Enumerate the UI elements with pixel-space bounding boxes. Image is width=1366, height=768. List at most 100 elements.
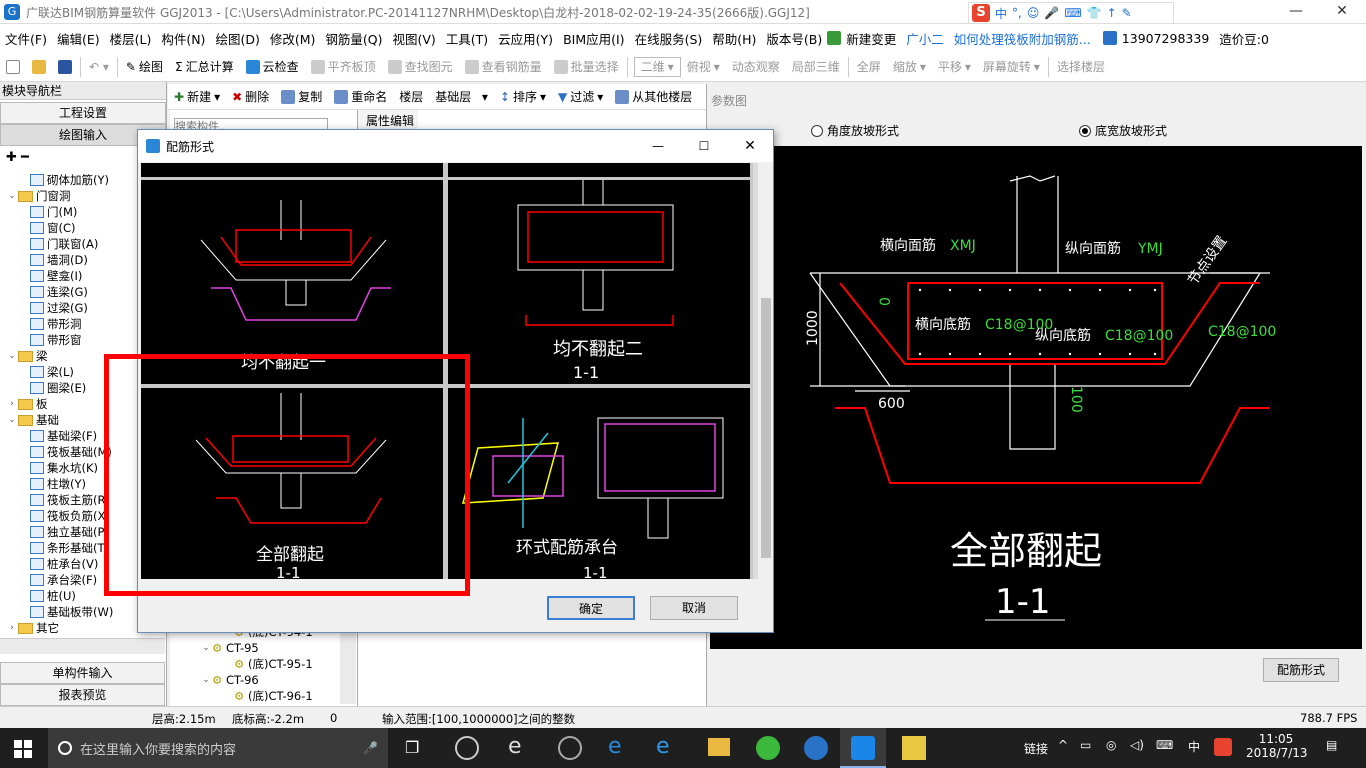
local-3d-button[interactable]: 局部三维 (786, 58, 846, 75)
expand-toggle-icon[interactable]: › (6, 396, 18, 412)
tray-clock[interactable]: 11:05 2018/7/13 (1246, 732, 1308, 760)
menu-tools[interactable]: 工具(T) (441, 29, 493, 48)
green-app-icon[interactable] (756, 736, 780, 760)
menu-help[interactable]: 帮助(H) (707, 29, 761, 48)
dialog-maximize-button[interactable]: ☐ (681, 139, 727, 153)
menu-new-change[interactable]: 新建变更 (841, 29, 901, 48)
select-floor-button[interactable]: 选择楼层 (1051, 58, 1111, 75)
edge-icon[interactable]: e (608, 734, 622, 759)
tray-sogou-icon[interactable] (1214, 738, 1232, 756)
ie-icon[interactable]: e (508, 734, 522, 759)
copy-button[interactable]: 复制 (275, 88, 328, 105)
thumb-ring-cap[interactable]: 环式配筋承台 1-1 (448, 388, 750, 579)
menu-guangxiaoer[interactable]: 广小二 (901, 29, 949, 48)
sogou-icon[interactable]: S (972, 4, 990, 22)
help-link[interactable]: 如何处理筏板附加钢筋... (949, 29, 1099, 48)
tool-icon[interactable]: ✎ (1122, 6, 1132, 20)
rename-button[interactable]: 重命名 (328, 88, 393, 105)
view-mode-select[interactable]: 二维 ▾ (633, 56, 681, 77)
expand-toggle-icon[interactable]: ⌄ (6, 188, 18, 204)
tray-network-icon[interactable]: ◎ (1106, 738, 1116, 752)
list-item[interactable]: ⚙ (底)CT-96-1 (170, 688, 356, 704)
dialog-cancel-button[interactable]: 取消 (650, 596, 738, 620)
draw-button[interactable]: ✎ 绘图 (120, 58, 169, 75)
pan-button[interactable]: 平移 ▾ (932, 58, 977, 75)
menu-online[interactable]: 在线服务(S) (630, 29, 708, 48)
report-preview-button[interactable]: 报表预览 (0, 684, 165, 706)
top-view-button[interactable]: 俯视 ▾ (681, 58, 726, 75)
menu-component[interactable]: 构件(N) (156, 29, 210, 48)
view-rebar-qty-button[interactable]: 查看钢筋量 (459, 58, 548, 75)
radio-angle-slope[interactable]: 角度放坡形式 (811, 122, 899, 139)
copy-from-floor-button[interactable]: 从其他楼层 (609, 88, 698, 105)
zoom-button[interactable]: 缩放 ▾ (887, 58, 932, 75)
task-view-icon[interactable]: ❐ (405, 738, 419, 757)
single-component-input-button[interactable]: 单构件输入 (0, 662, 165, 684)
spiral-app-icon[interactable] (558, 736, 582, 760)
menu-file[interactable]: 文件(F) (0, 29, 52, 48)
tray-volume-icon[interactable]: ◁) (1130, 738, 1144, 752)
align-slab-top-button[interactable]: 平齐板顶 (305, 58, 382, 75)
list-item[interactable]: ⚙ (底)CT-95-1 (170, 656, 356, 672)
menu-edit[interactable]: 编辑(E) (52, 29, 105, 48)
file-explorer-icon[interactable] (708, 738, 730, 756)
ime-punct[interactable]: °, (1012, 6, 1022, 20)
fan-app-icon[interactable] (455, 736, 479, 760)
tray-lang[interactable]: 中 (1188, 738, 1200, 755)
delete-button[interactable]: ✖ 删除 (226, 88, 275, 105)
orbit-button[interactable]: 动态观察 (726, 58, 786, 75)
user-icon[interactable]: 👕 (1087, 6, 1102, 20)
expand-toggle-icon[interactable]: ⌄ (6, 412, 18, 428)
skin-icon[interactable]: ↑ (1107, 6, 1117, 20)
floor-select[interactable]: 基础层 ▾ (429, 88, 494, 105)
mic-icon[interactable]: 🎤 (1044, 6, 1059, 20)
rotate-screen-button[interactable]: 屏幕旋转 ▾ (977, 58, 1046, 75)
engineering-settings-button[interactable]: 工程设置 (0, 102, 166, 124)
keyboard-icon[interactable]: ⌨ (1064, 6, 1081, 20)
filter-button[interactable]: ▼ 过滤 ▾ (552, 88, 609, 105)
rebar-form-button[interactable]: 配筋形式 (1263, 658, 1339, 682)
menu-modify[interactable]: 修改(M) (265, 29, 321, 48)
mic-icon[interactable]: 🎤 (363, 741, 378, 755)
expand-toggle-icon[interactable]: › (6, 620, 18, 636)
new-file-button[interactable] (0, 59, 26, 74)
notes-app-icon[interactable] (902, 736, 926, 760)
dialog-ok-button[interactable]: 确定 (547, 596, 635, 620)
ime-toolbar[interactable]: S 中 °, ☺ 🎤 ⌨ 👕 ↑ ✎ (968, 2, 1174, 24)
list-scrollbar[interactable] (340, 624, 356, 704)
find-element-button[interactable]: 查找图元 (382, 58, 459, 75)
fullscreen-button[interactable]: 全屏 (851, 58, 887, 75)
ie-blue-icon[interactable]: e (656, 734, 670, 759)
tray-keyboard-icon[interactable]: ⌨ (1156, 738, 1173, 752)
save-button[interactable] (52, 59, 78, 74)
menu-cloud[interactable]: 云应用(Y) (493, 29, 558, 48)
thumb-no-bend-2[interactable]: 均不翻起二 1-1 (448, 180, 750, 384)
cloud-check-button[interactable]: 云检查 (240, 58, 305, 75)
open-file-button[interactable] (26, 59, 52, 74)
tree-hscrollbar[interactable] (0, 638, 165, 654)
notification-icon[interactable]: ▤ (1326, 738, 1337, 752)
dialog-minimize-button[interactable]: — (635, 139, 681, 153)
grid-scrollbar[interactable] (757, 163, 773, 579)
menu-version[interactable]: 版本号(B) (761, 29, 827, 48)
minimize-button[interactable]: — (1274, 0, 1318, 24)
menu-bim[interactable]: BIM应用(I) (558, 29, 630, 48)
account-phone[interactable]: 13907298339 (1117, 31, 1214, 46)
radio-width-slope[interactable]: 底宽放坡形式 (1079, 122, 1167, 139)
blue-g-app-icon[interactable] (804, 736, 828, 760)
dialog-close-button[interactable]: ✕ (727, 138, 773, 154)
emoji-icon[interactable]: ☺ (1027, 6, 1040, 20)
close-button[interactable]: ✕ (1318, 0, 1366, 24)
menu-floor[interactable]: 楼层(L) (105, 29, 157, 48)
tray-battery-icon[interactable]: ▭ (1080, 738, 1091, 752)
menu-draw[interactable]: 绘图(D) (210, 29, 264, 48)
menu-rebar-qty[interactable]: 钢筋量(Q) (320, 29, 387, 48)
tray-chevron-icon[interactable]: ^ (1058, 738, 1068, 752)
ime-lang[interactable]: 中 (995, 5, 1007, 22)
list-item[interactable]: ⌄ ⚙ CT-95 (170, 640, 356, 656)
taskbar-search-box[interactable]: 在这里输入你要搜索的内容 🎤 (48, 728, 388, 768)
new-button[interactable]: ✚ 新建 ▾ (168, 88, 226, 105)
undo-button[interactable]: ↶ ▾ (83, 60, 115, 74)
ggj-active-app[interactable] (840, 728, 886, 768)
list-item[interactable]: ⌄ ⚙ CT-96 (170, 672, 356, 688)
